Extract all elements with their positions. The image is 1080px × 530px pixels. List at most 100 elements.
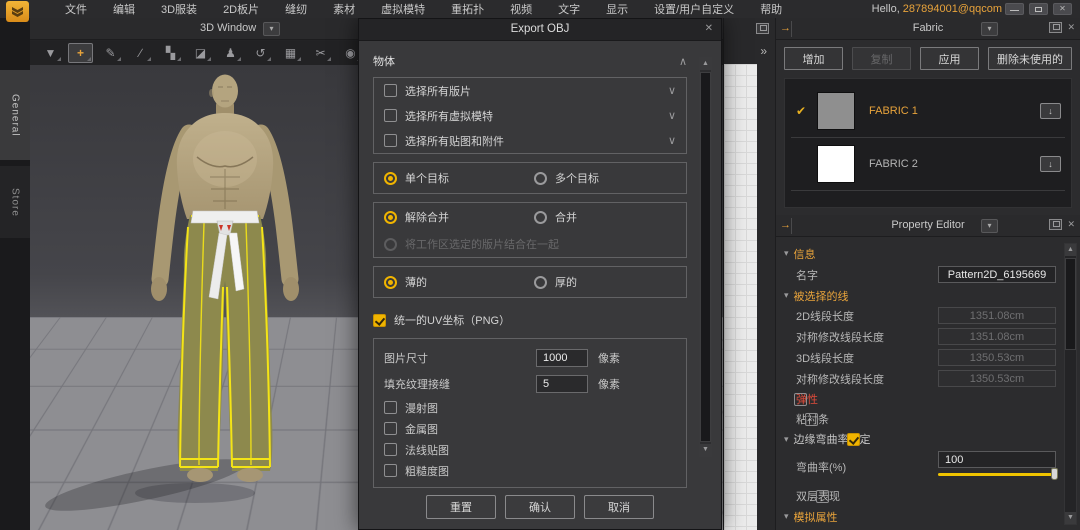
curvature-input[interactable] (938, 451, 1056, 468)
scroll-up-icon[interactable]: ▲ (1065, 244, 1076, 256)
tab-general[interactable]: General (0, 70, 30, 160)
close-icon[interactable]: ✕ (1053, 3, 1072, 15)
merge-radio[interactable] (534, 210, 547, 224)
property-scrollbar[interactable]: ▲ ▼ (1064, 243, 1077, 525)
fabric-delete-unused-button[interactable]: 删除未使用的 (988, 47, 1072, 70)
account-email[interactable]: 287894001@qqcom (903, 3, 1002, 15)
tab-store[interactable]: Store (0, 166, 30, 238)
fabric-add-button[interactable]: 增加 (784, 47, 843, 70)
chevron-down-icon[interactable]: ∨ (668, 109, 676, 122)
minimize-icon[interactable] (1005, 3, 1024, 15)
menu-video[interactable]: 视频 (497, 1, 545, 17)
pin-line-icon[interactable]: ∕ (128, 43, 153, 63)
menu-text[interactable]: 文字 (545, 1, 593, 17)
select-all-avatars-checkbox[interactable] (384, 109, 397, 122)
fabric-name[interactable]: FABRIC 1 (869, 105, 1040, 117)
section-triangle-icon[interactable]: ▾ (784, 248, 789, 259)
menu-file[interactable]: 文件 (52, 1, 100, 17)
chevron-up-icon[interactable]: ∧ (679, 55, 687, 68)
dialog-titlebar[interactable]: Export OBJ ✕ (359, 19, 721, 41)
panel-3d-dropdown-icon[interactable]: ▾ (263, 22, 280, 36)
rotate-object-icon[interactable]: ↺ (248, 43, 273, 63)
thin-radio[interactable] (384, 275, 397, 289)
menu-help[interactable]: 帮助 (747, 1, 795, 17)
menu-2d-pattern[interactable]: 2D板片 (210, 1, 272, 17)
fabric-close-icon[interactable]: ✕ (1067, 22, 1075, 33)
cancel-button[interactable]: 取消 (584, 495, 654, 519)
fabric-popout-icon[interactable] (1049, 22, 1063, 33)
slider-thumb[interactable] (1051, 468, 1058, 480)
diffuse-map-checkbox[interactable] (384, 401, 397, 414)
metalness-map-checkbox[interactable] (384, 422, 397, 435)
scroll-down-icon[interactable]: ▼ (1065, 512, 1076, 524)
menu-display[interactable]: 显示 (593, 1, 641, 17)
pattern-grid-2d[interactable] (724, 64, 757, 530)
fabric-name[interactable]: FABRIC 2 (869, 158, 1040, 170)
popout-2d-icon[interactable] (756, 23, 769, 34)
fabric-swatch[interactable] (817, 145, 855, 183)
collapse-chevron-icon[interactable]: » (760, 44, 767, 58)
clothes-icon[interactable]: ▚ (158, 43, 183, 63)
dialog-close-icon[interactable]: ✕ (705, 23, 713, 34)
scrollbar-thumb[interactable] (1065, 258, 1076, 350)
normal-map-checkbox[interactable] (384, 443, 397, 456)
save-fabric-icon[interactable]: ↓ (1040, 156, 1061, 172)
scroll-down-icon[interactable]: ▼ (700, 444, 711, 456)
section-selected-line[interactable]: 被选择的线 (794, 288, 849, 304)
fabric-dropdown-icon[interactable]: ▾ (981, 22, 998, 36)
flip-garment-icon[interactable]: ◪ (188, 43, 213, 63)
reset-button[interactable]: 重置 (426, 495, 496, 519)
sewing-tool-icon[interactable]: ✂ (308, 43, 333, 63)
image-size-input[interactable] (536, 349, 588, 367)
section-simulation[interactable]: 模拟属性 (794, 509, 838, 525)
menu-3d-garment[interactable]: 3D服装 (148, 1, 210, 17)
select-move-icon[interactable]: + (68, 43, 93, 63)
section-triangle-icon[interactable]: ▾ (784, 434, 789, 445)
property-popout-icon[interactable] (1049, 219, 1063, 230)
menu-avatar[interactable]: 虚拟模特 (368, 1, 438, 17)
property-close-icon[interactable]: ✕ (1067, 219, 1075, 230)
select-all-patterns-row[interactable]: 选择所有版片 ∨ (384, 78, 676, 103)
fuse-tape-checkbox[interactable] (805, 412, 818, 426)
fabric-item-2[interactable]: FABRIC 2 ↓ (785, 138, 1071, 190)
menu-material[interactable]: 素材 (320, 1, 368, 17)
restore-icon[interactable] (1029, 3, 1048, 15)
double-layer-checkbox[interactable] (816, 489, 829, 503)
seam-padding-input[interactable] (536, 375, 588, 393)
single-target-radio[interactable] (384, 171, 397, 185)
section-info[interactable]: 信息 (794, 246, 816, 262)
curvature-slider[interactable] (938, 468, 1058, 480)
menu-sewing[interactable]: 缝纫 (272, 1, 320, 17)
fabric-item-1[interactable]: ✔ FABRIC 1 ↓ (785, 85, 1071, 137)
dialog-scrollbar[interactable]: ▲ ▼ (699, 57, 712, 457)
scroll-up-icon[interactable]: ▲ (700, 58, 711, 70)
select-all-textures-row[interactable]: 选择所有贴图和附件 ∨ (384, 128, 676, 153)
edge-curvature-checkbox[interactable] (846, 432, 860, 446)
simulate-icon[interactable]: ▼ (38, 43, 63, 63)
section-triangle-icon[interactable]: ▾ (784, 511, 789, 522)
multi-target-radio[interactable] (534, 171, 547, 185)
fabric-copy-button[interactable]: 复制 (852, 47, 911, 70)
elastic-checkbox[interactable] (794, 392, 807, 406)
section-triangle-icon[interactable]: ▾ (784, 290, 789, 301)
unmerge-radio[interactable] (384, 210, 397, 224)
select-brush-icon[interactable]: ✎ (98, 43, 123, 63)
chevron-down-icon[interactable]: ∨ (668, 84, 676, 97)
menu-edit[interactable]: 编辑 (100, 1, 148, 17)
wind-grid-icon[interactable]: ▦ (278, 43, 303, 63)
menu-settings[interactable]: 设置/用户自定义 (641, 1, 747, 17)
pattern-name-input[interactable] (938, 266, 1056, 283)
scrollbar-thumb[interactable] (700, 72, 711, 442)
fabric-swatch[interactable] (817, 92, 855, 130)
select-all-patterns-checkbox[interactable] (384, 84, 397, 97)
chevron-down-icon[interactable]: ∨ (668, 134, 676, 147)
confirm-button[interactable]: 确认 (505, 495, 575, 519)
select-all-avatars-row[interactable]: 选择所有虚拟模特 ∨ (384, 103, 676, 128)
save-fabric-icon[interactable]: ↓ (1040, 103, 1061, 119)
roughness-map-checkbox[interactable] (384, 464, 397, 477)
menu-retopology[interactable]: 重拓扑 (438, 1, 497, 17)
property-dropdown-icon[interactable]: ▾ (981, 219, 998, 233)
thick-radio[interactable] (534, 275, 547, 289)
fabric-apply-button[interactable]: 应用 (920, 47, 979, 70)
unified-uv-checkbox[interactable] (373, 313, 386, 327)
